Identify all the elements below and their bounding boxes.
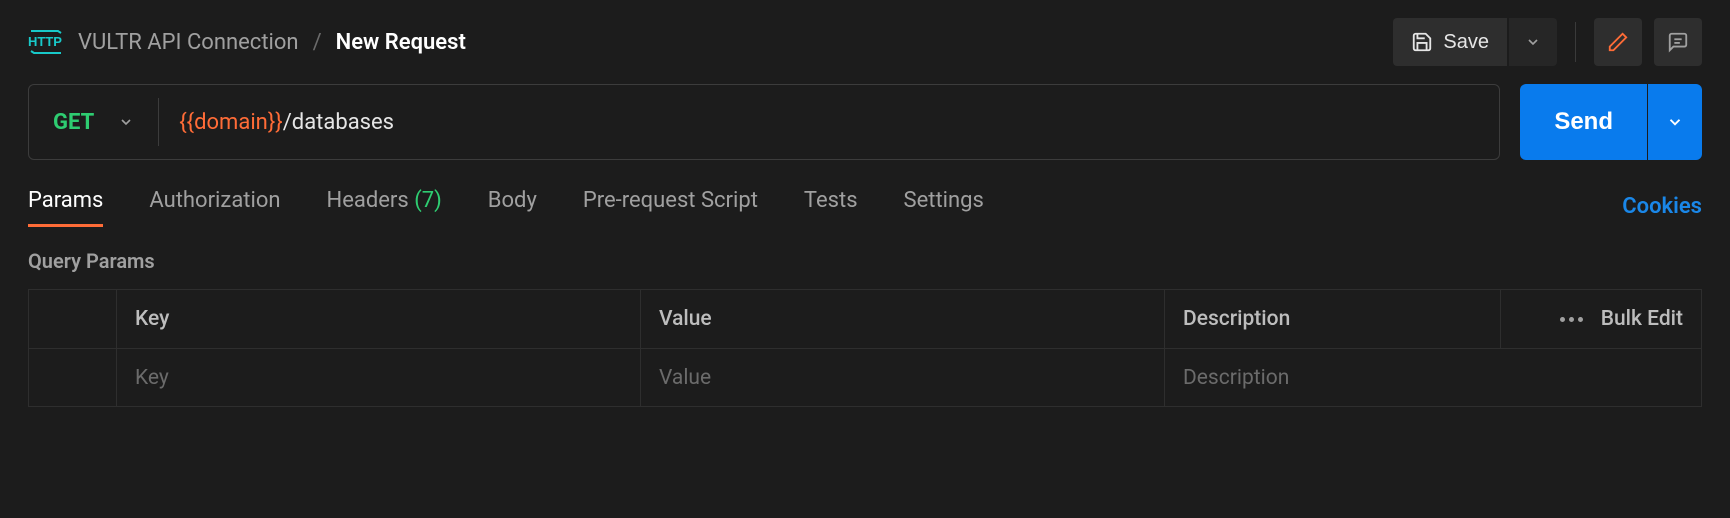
http-icon: HTTP xyxy=(28,29,64,55)
request-url-bar: GET {{domain}}/databases xyxy=(28,84,1500,160)
chevron-down-icon xyxy=(118,114,134,130)
send-button[interactable]: Send xyxy=(1520,84,1647,160)
comment-button[interactable] xyxy=(1654,18,1702,66)
param-value-input[interactable] xyxy=(659,366,1146,390)
tab-headers-label: Headers xyxy=(327,188,409,213)
tab-headers[interactable]: Headers (7) xyxy=(327,188,442,225)
tab-prerequest[interactable]: Pre-request Script xyxy=(583,188,758,225)
breadcrumb-current: New Request xyxy=(336,30,466,55)
tab-authorization[interactable]: Authorization xyxy=(149,188,280,225)
cookies-link[interactable]: Cookies xyxy=(1622,194,1702,219)
save-button[interactable]: Save xyxy=(1393,18,1507,66)
query-params-table: Key Value Description Bulk Edit xyxy=(28,289,1702,407)
url-variable: {{domain}} xyxy=(179,110,283,135)
table-header-row: Key Value Description Bulk Edit xyxy=(29,290,1701,348)
send-options-button[interactable] xyxy=(1648,84,1702,160)
breadcrumb-separator: / xyxy=(313,30,322,55)
tab-settings[interactable]: Settings xyxy=(904,188,984,225)
column-options-button[interactable] xyxy=(1560,317,1583,322)
toolbar-divider xyxy=(1575,22,1576,62)
row-handle-header xyxy=(29,290,117,348)
url-input[interactable]: {{domain}}/databases xyxy=(159,110,1499,135)
url-path: /databases xyxy=(283,110,394,135)
tab-tests[interactable]: Tests xyxy=(804,188,858,225)
bulk-edit-link[interactable]: Bulk Edit xyxy=(1601,307,1683,331)
col-header-description: Description xyxy=(1165,290,1501,348)
tab-headers-count: (7) xyxy=(414,188,442,213)
save-button-label: Save xyxy=(1443,31,1489,54)
row-handle[interactable] xyxy=(29,349,117,406)
table-row xyxy=(29,348,1701,406)
method-label: GET xyxy=(53,110,94,135)
query-params-title: Query Params xyxy=(0,225,1730,283)
param-desc-input[interactable] xyxy=(1183,366,1683,390)
save-options-button[interactable] xyxy=(1509,18,1557,66)
tab-params[interactable]: Params xyxy=(28,188,103,225)
method-select[interactable]: GET xyxy=(29,85,158,159)
col-header-key: Key xyxy=(117,290,641,348)
svg-text:HTTP: HTTP xyxy=(28,34,62,49)
breadcrumb-collection[interactable]: VULTR API Connection xyxy=(78,30,299,55)
edit-button[interactable] xyxy=(1594,18,1642,66)
col-header-value: Value xyxy=(641,290,1165,348)
tab-body[interactable]: Body xyxy=(488,188,537,225)
param-key-input[interactable] xyxy=(135,366,622,390)
breadcrumb: VULTR API Connection / New Request xyxy=(78,30,1379,55)
